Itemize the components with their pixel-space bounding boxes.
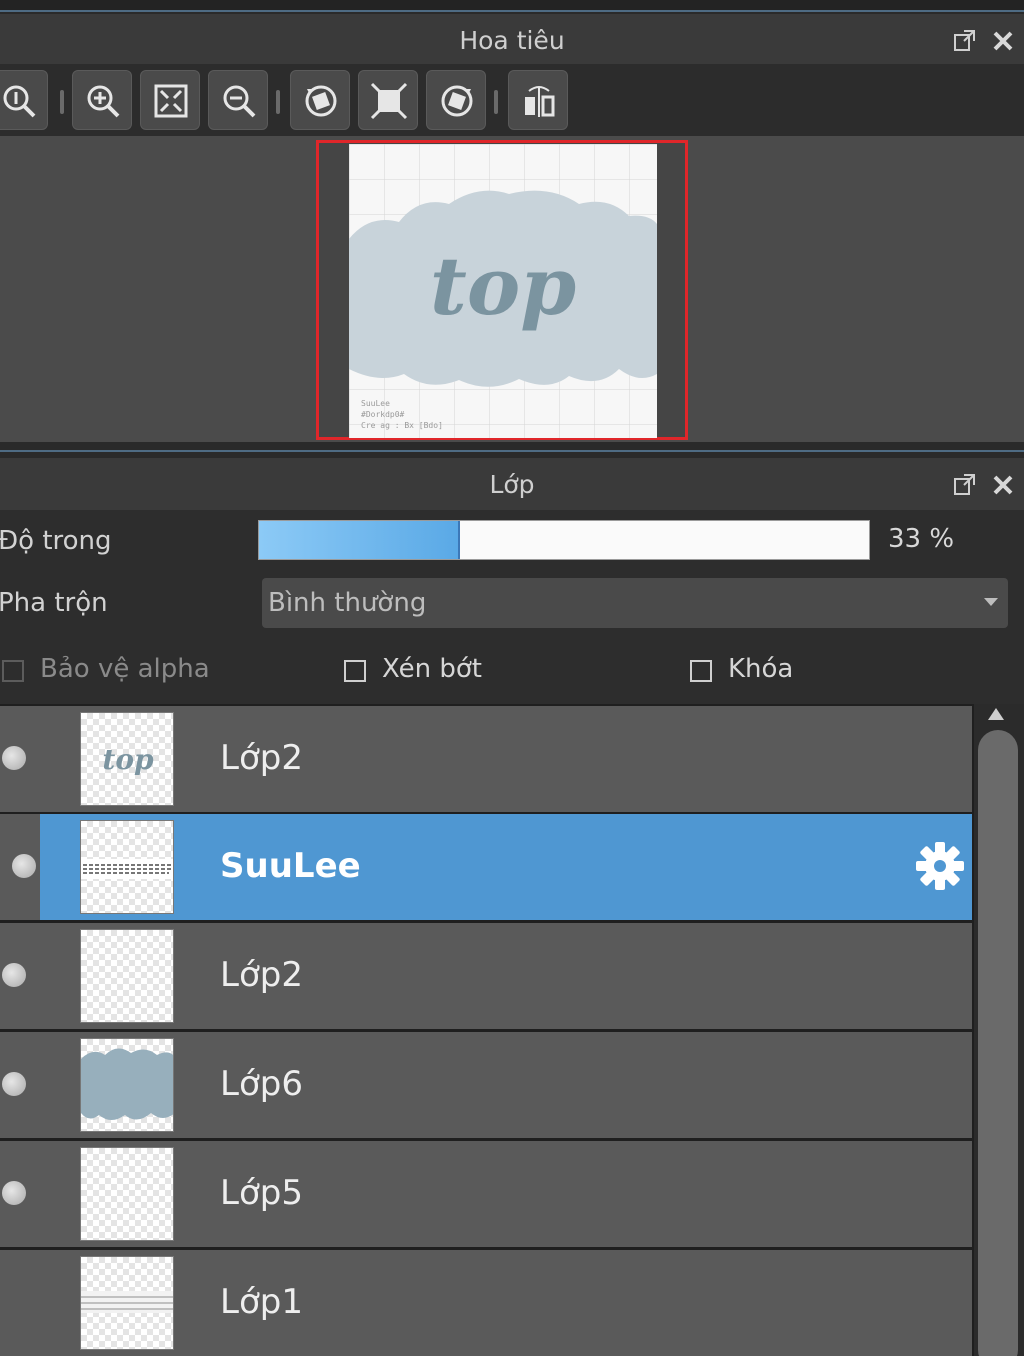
zoom-in-button[interactable] xyxy=(72,70,132,130)
close-icon[interactable] xyxy=(990,472,1016,498)
toolbar-separator xyxy=(276,90,280,114)
rotate-left-icon xyxy=(305,85,337,117)
lock-checkbox[interactable] xyxy=(690,660,712,682)
layer-scrollbar[interactable] xyxy=(974,704,1024,1356)
svg-text:top: top xyxy=(102,743,154,776)
lock-label: Khóa xyxy=(728,654,794,684)
layer-name: SuuLee xyxy=(220,846,361,886)
navigator-title: Hoa tiêu xyxy=(459,26,565,55)
opacity-label: Độ trong xyxy=(0,526,112,556)
scrollbar-thumb[interactable] xyxy=(978,730,1018,1356)
clipping-label: Xén bớt xyxy=(382,654,482,684)
fit-canvas-icon xyxy=(370,82,408,120)
layer-name: Lớp1 xyxy=(220,1282,303,1322)
opacity-slider[interactable] xyxy=(258,520,870,560)
canvas-small-text: #Dorkdp0# xyxy=(361,410,405,419)
navigator-view[interactable]: top SuuLee #Dorkdp0# Cre ag : Bx [Bdo] xyxy=(0,136,1024,442)
layer-name: Lớp5 xyxy=(220,1173,303,1213)
close-icon[interactable] xyxy=(990,28,1016,54)
undock-icon[interactable] xyxy=(952,28,978,54)
visibility-toggle[interactable] xyxy=(2,963,26,987)
gear-icon[interactable] xyxy=(914,840,966,892)
zoom-actual-icon xyxy=(3,85,36,118)
layer-row-selected[interactable]: SuuLee xyxy=(12,814,972,920)
layer-name: Lớp2 xyxy=(220,955,303,995)
flip-horizontal-button[interactable] xyxy=(508,70,568,130)
canvas-small-text: Cre ag : Bx [Bdo] xyxy=(361,421,443,430)
visibility-toggle[interactable] xyxy=(2,1072,26,1096)
layer-list: top Lớp2 SuuLee Lớp2 Lớp6 Lớp5 Lớp1 xyxy=(0,704,1024,1356)
fit-canvas-button[interactable] xyxy=(358,70,418,130)
protect-alpha-checkbox[interactable] xyxy=(2,660,24,682)
layer-panel-title: Lớp xyxy=(489,470,535,499)
layer-thumbnail xyxy=(80,1038,174,1132)
canvas-preview-word: top xyxy=(430,239,576,333)
opacity-value: 33 % xyxy=(888,524,955,554)
layer-row[interactable]: Lớp6 xyxy=(0,1032,972,1138)
layer-name: Lớp2 xyxy=(220,738,303,778)
fit-screen-icon xyxy=(154,84,188,118)
layer-name: Lớp6 xyxy=(220,1064,303,1104)
fit-screen-button[interactable] xyxy=(140,70,200,130)
protect-alpha-label: Bảo vệ alpha xyxy=(40,654,210,684)
toolbar-separator xyxy=(494,90,498,114)
navigator-toolbar xyxy=(0,64,1024,136)
zoom-out-button[interactable] xyxy=(208,70,268,130)
zoom-actual-button[interactable] xyxy=(0,70,48,130)
blend-mode-value: Bình thường xyxy=(268,588,427,618)
canvas-small-text: SuuLee xyxy=(361,399,390,408)
rotate-left-button[interactable] xyxy=(290,70,350,130)
layer-properties: Độ trong 33 % Pha trộn Bình thường Bảo v… xyxy=(0,510,1024,704)
layer-title-bar: Lớp xyxy=(0,458,1024,510)
canvas-preview-art: top SuuLee #Dorkdp0# Cre ag : Bx [Bdo] xyxy=(349,144,657,438)
chevron-down-icon xyxy=(984,598,998,606)
blend-mode-label: Pha trộn xyxy=(0,588,108,618)
layer-row[interactable]: Lớp1 xyxy=(0,1250,972,1356)
visibility-toggle[interactable] xyxy=(2,746,26,770)
clipping-checkbox[interactable] xyxy=(344,660,366,682)
undock-icon[interactable] xyxy=(952,472,978,498)
visibility-toggle[interactable] xyxy=(2,1181,26,1205)
zoom-in-icon xyxy=(87,85,120,118)
toolbar-separator xyxy=(60,90,64,114)
scroll-up-arrow-icon[interactable] xyxy=(988,708,1004,720)
visibility-toggle[interactable] xyxy=(12,854,36,878)
layer-thumbnail xyxy=(80,820,174,914)
zoom-out-icon xyxy=(223,85,256,118)
layer-thumbnail xyxy=(80,1256,174,1350)
layer-thumbnail xyxy=(80,929,174,1023)
flip-horizontal-icon xyxy=(525,86,555,117)
layer-thumbnail xyxy=(80,1147,174,1241)
top-strip xyxy=(0,0,1024,12)
layer-row[interactable]: top Lớp2 xyxy=(0,706,972,812)
layer-thumbnail: top xyxy=(80,712,174,806)
opacity-slider-fill xyxy=(259,521,461,559)
canvas-preview: top SuuLee #Dorkdp0# Cre ag : Bx [Bdo] xyxy=(349,144,657,438)
navigator-title-bar: Hoa tiêu xyxy=(0,14,1024,66)
layer-row[interactable]: Lớp5 xyxy=(0,1141,972,1247)
blend-mode-select[interactable]: Bình thường xyxy=(262,578,1008,628)
viewport-frame[interactable]: top SuuLee #Dorkdp0# Cre ag : Bx [Bdo] xyxy=(316,140,688,440)
panel-divider xyxy=(0,450,1024,452)
rotate-right-button[interactable] xyxy=(426,70,486,130)
layer-row[interactable]: Lớp2 xyxy=(0,923,972,1029)
rotate-right-icon xyxy=(441,85,473,117)
